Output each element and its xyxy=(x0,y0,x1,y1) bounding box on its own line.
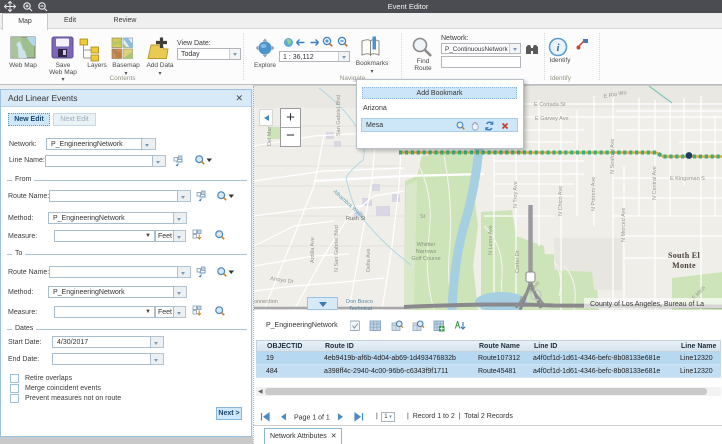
svg-text:Narrows: Narrows xyxy=(416,249,437,255)
svg-text:Golf Course: Golf Course xyxy=(411,256,440,262)
svg-text:St: St xyxy=(420,214,426,220)
svg-text:E Cortada St: E Cortada St xyxy=(534,102,566,108)
svg-text:County of Los Angeles, Bureau: County of Los Angeles, Bureau of La xyxy=(590,301,704,308)
svg-text:Monte: Monte xyxy=(672,261,696,270)
svg-text:San Gabriel Blvd: San Gabriel Blvd xyxy=(336,95,342,136)
svg-text:N Chico Ave: N Chico Ave xyxy=(558,186,564,216)
svg-text:Delta Ave: Delta Ave xyxy=(366,249,372,272)
svg-text:N Merced Ave: N Merced Ave xyxy=(621,208,627,242)
svg-text:N Central Ave: N Central Ave xyxy=(652,166,658,200)
svg-text:E Kingsman S: E Kingsman S xyxy=(670,176,705,182)
svg-text:South El: South El xyxy=(668,251,700,260)
svg-text:N Troy Ave: N Troy Ave xyxy=(513,181,519,208)
svg-text:N San Gabriel Blvd: N San Gabriel Blvd xyxy=(334,225,340,272)
svg-text:N Seaford Ave: N Seaford Ave xyxy=(610,139,616,174)
svg-text:E Garvey Ave: E Garvey Ave xyxy=(535,116,569,122)
svg-text:Ardilla Ave: Ardilla Ave xyxy=(310,237,316,263)
svg-text:N Potrero Ave: N Potrero Ave xyxy=(591,177,597,211)
svg-text:Page 1 of 1: Page 1 of 1 xyxy=(294,415,330,422)
svg-text:onnection: onnection xyxy=(254,299,278,305)
svg-text:Corter Dr: Corter Dr xyxy=(515,250,521,273)
svg-text:N Lema Ave: N Lema Ave xyxy=(488,225,494,255)
svg-text:Whittier: Whittier xyxy=(417,242,436,248)
svg-text:Rush St: Rush St xyxy=(346,216,366,222)
svg-text:Don Bosco: Don Bosco xyxy=(346,299,373,305)
